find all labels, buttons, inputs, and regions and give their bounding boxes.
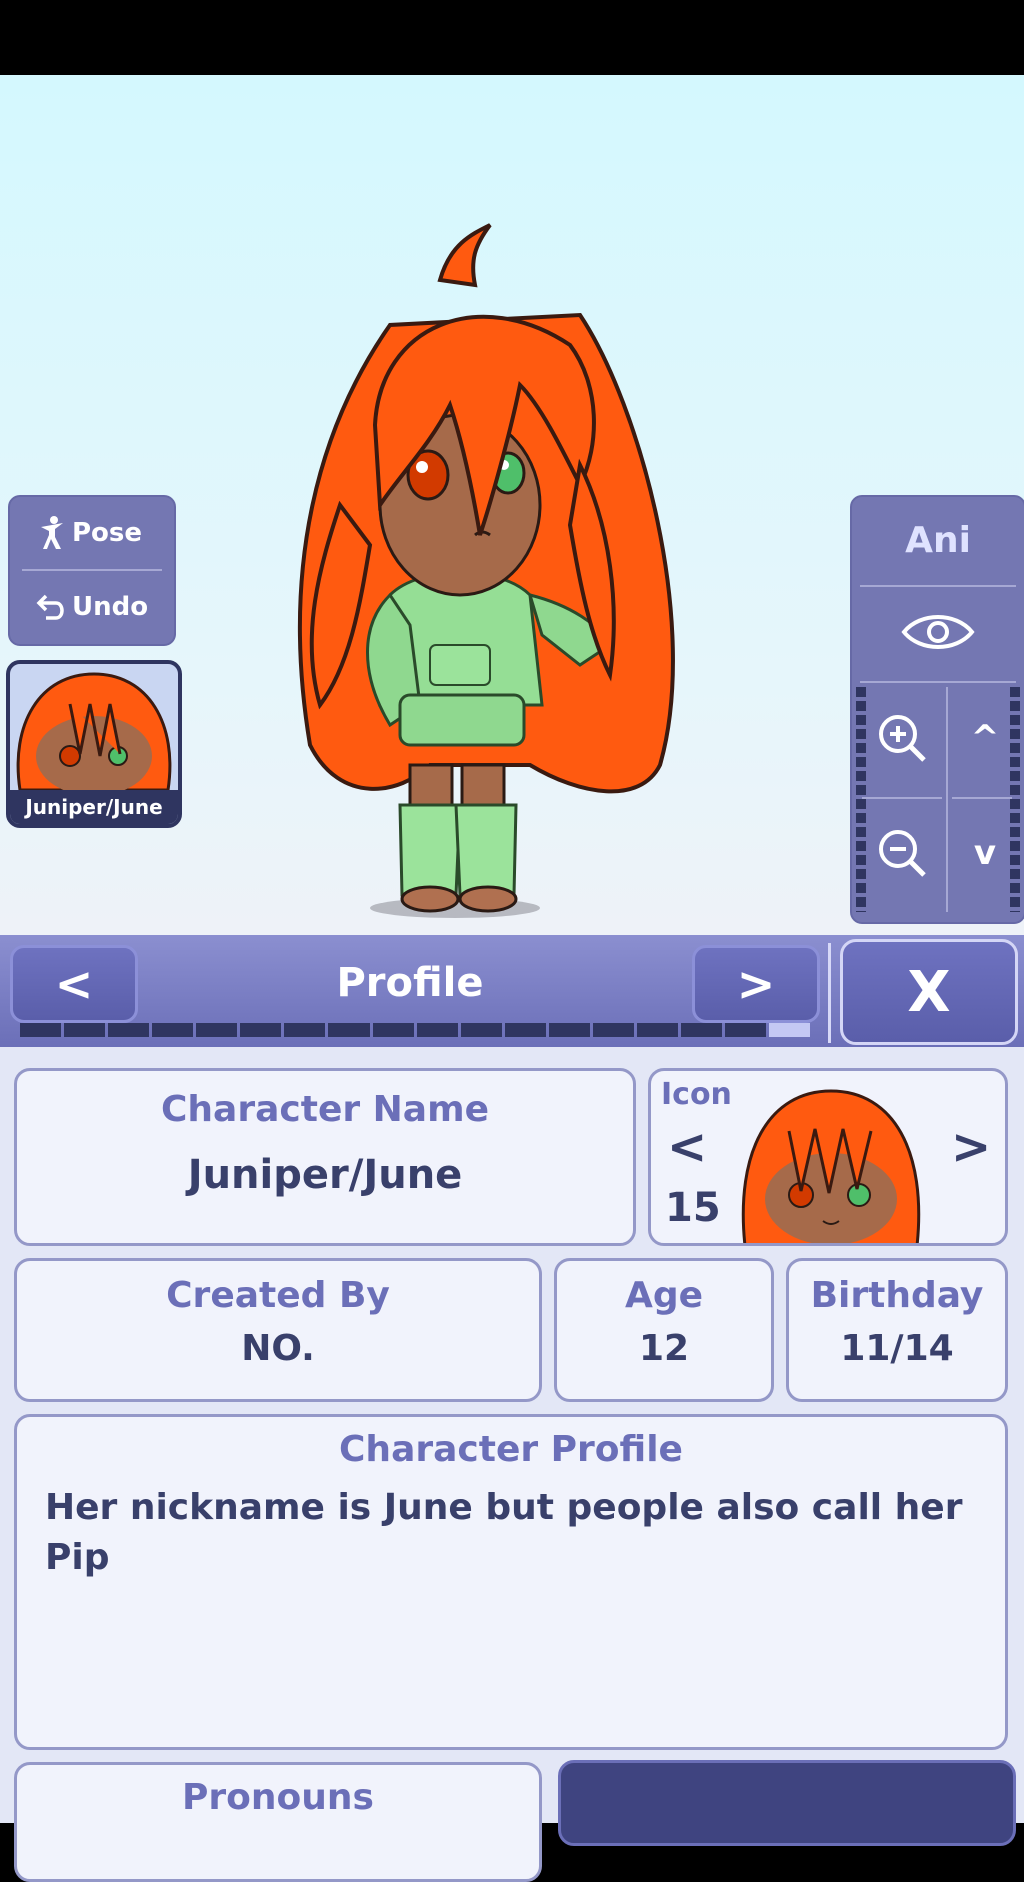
character-icon-preview <box>741 1089 921 1243</box>
character-head-portrait <box>16 672 172 796</box>
divider <box>946 687 948 912</box>
undo-label: Undo <box>72 592 149 622</box>
divider <box>860 681 1016 683</box>
pose-label: Pose <box>72 518 143 548</box>
progress-segment <box>20 1023 62 1037</box>
pose-undo-panel: Pose Undo <box>8 495 176 646</box>
icon-selector-card: Icon < 15 > <box>648 1068 1008 1246</box>
created-by-card[interactable]: Created By NO. <box>14 1258 542 1402</box>
move-up-button[interactable]: ^ <box>960 702 1010 774</box>
animation-button[interactable]: Ani <box>852 497 1024 585</box>
progress-segment <box>636 1023 678 1037</box>
progress-segment <box>592 1023 634 1037</box>
birthday-card[interactable]: Birthday 11/14 <box>786 1258 1008 1402</box>
progress-segment <box>460 1023 502 1037</box>
birthday-value[interactable]: 11/14 <box>789 1328 1005 1369</box>
character-sprite[interactable] <box>280 205 760 925</box>
page-title: Profile <box>336 960 484 1006</box>
progress-segment <box>64 1023 106 1037</box>
birthday-title: Birthday <box>810 1275 984 1316</box>
created-by-value[interactable]: NO. <box>17 1328 539 1369</box>
chevron-left-icon: < <box>54 957 94 1011</box>
created-by-title: Created By <box>166 1275 390 1316</box>
zoom-in-icon <box>879 715 926 762</box>
progress-segment <box>196 1023 238 1037</box>
character-name-title: Character Name <box>161 1089 489 1130</box>
icon-number: 15 <box>665 1185 721 1231</box>
undo-button[interactable]: Undo <box>10 571 174 643</box>
progress-segment <box>108 1023 150 1037</box>
visibility-toggle-button[interactable] <box>852 587 1024 677</box>
progress-segment <box>284 1023 326 1037</box>
progress-segment <box>372 1023 414 1037</box>
zoom-in-button[interactable] <box>866 702 938 774</box>
pose-button[interactable]: Pose <box>10 497 174 569</box>
icon-label: Icon <box>661 1077 732 1112</box>
profile-header: < Profile > X <box>0 935 1024 1047</box>
progress-segment <box>416 1023 458 1037</box>
progress-segment <box>548 1023 590 1037</box>
character-profile-title: Character Profile <box>339 1429 683 1470</box>
eye-icon <box>901 615 975 649</box>
tab-progress-bar <box>20 1023 811 1037</box>
next-tab-button[interactable]: > <box>692 945 820 1023</box>
character-profile-card[interactable]: Character Profile Her nickname is June b… <box>14 1414 1008 1750</box>
character-name-card[interactable]: Character Name Juniper/June <box>14 1068 636 1246</box>
status-bar <box>0 0 1024 75</box>
chevron-left-icon: < <box>667 1119 708 1175</box>
progress-segment <box>152 1023 194 1037</box>
view-controls-panel: Ani ^ v <box>850 495 1024 924</box>
close-icon: X <box>907 959 951 1025</box>
progress-segment <box>725 1023 767 1037</box>
chevron-right-icon: > <box>951 1119 992 1175</box>
progress-segment <box>504 1023 546 1037</box>
zoom-out-icon <box>879 830 926 877</box>
pronouns-card[interactable]: Pronouns <box>14 1762 542 1882</box>
undo-icon <box>32 592 72 622</box>
progress-segment <box>240 1023 282 1037</box>
icon-prev-button[interactable]: < <box>667 1119 707 1175</box>
close-button[interactable]: X <box>840 939 1018 1045</box>
character-stage[interactable]: Pose Undo Juniper/June Ani ^ v <box>0 75 1024 935</box>
age-value[interactable]: 12 <box>557 1328 771 1369</box>
divider <box>828 943 831 1043</box>
chevron-down-icon: v <box>973 833 997 873</box>
prev-tab-button[interactable]: < <box>10 945 138 1023</box>
progress-segment <box>680 1023 722 1037</box>
progress-segment <box>769 1023 811 1037</box>
pronouns-title: Pronouns <box>182 1777 374 1818</box>
zoom-scale-track <box>856 687 866 912</box>
divider <box>952 797 1012 799</box>
import-export-button[interactable] <box>558 1760 1016 1846</box>
character-slot-thumbnail[interactable]: Juniper/June <box>6 660 182 828</box>
age-title: Age <box>624 1275 704 1316</box>
chevron-up-icon: ^ <box>970 718 1000 758</box>
icon-next-button[interactable]: > <box>951 1119 991 1175</box>
progress-segment <box>328 1023 370 1037</box>
chevron-right-icon: > <box>736 957 776 1011</box>
pose-icon <box>32 515 72 551</box>
zoom-out-button[interactable] <box>866 817 938 889</box>
pan-scale-track <box>1010 687 1020 912</box>
character-name-value[interactable]: Juniper/June <box>17 1152 633 1198</box>
move-down-button[interactable]: v <box>960 817 1010 889</box>
thumbnail-label: Juniper/June <box>10 790 178 824</box>
character-profile-text[interactable]: Her nickname is June but people also cal… <box>45 1483 985 1583</box>
age-card[interactable]: Age 12 <box>554 1258 774 1402</box>
divider <box>862 797 942 799</box>
